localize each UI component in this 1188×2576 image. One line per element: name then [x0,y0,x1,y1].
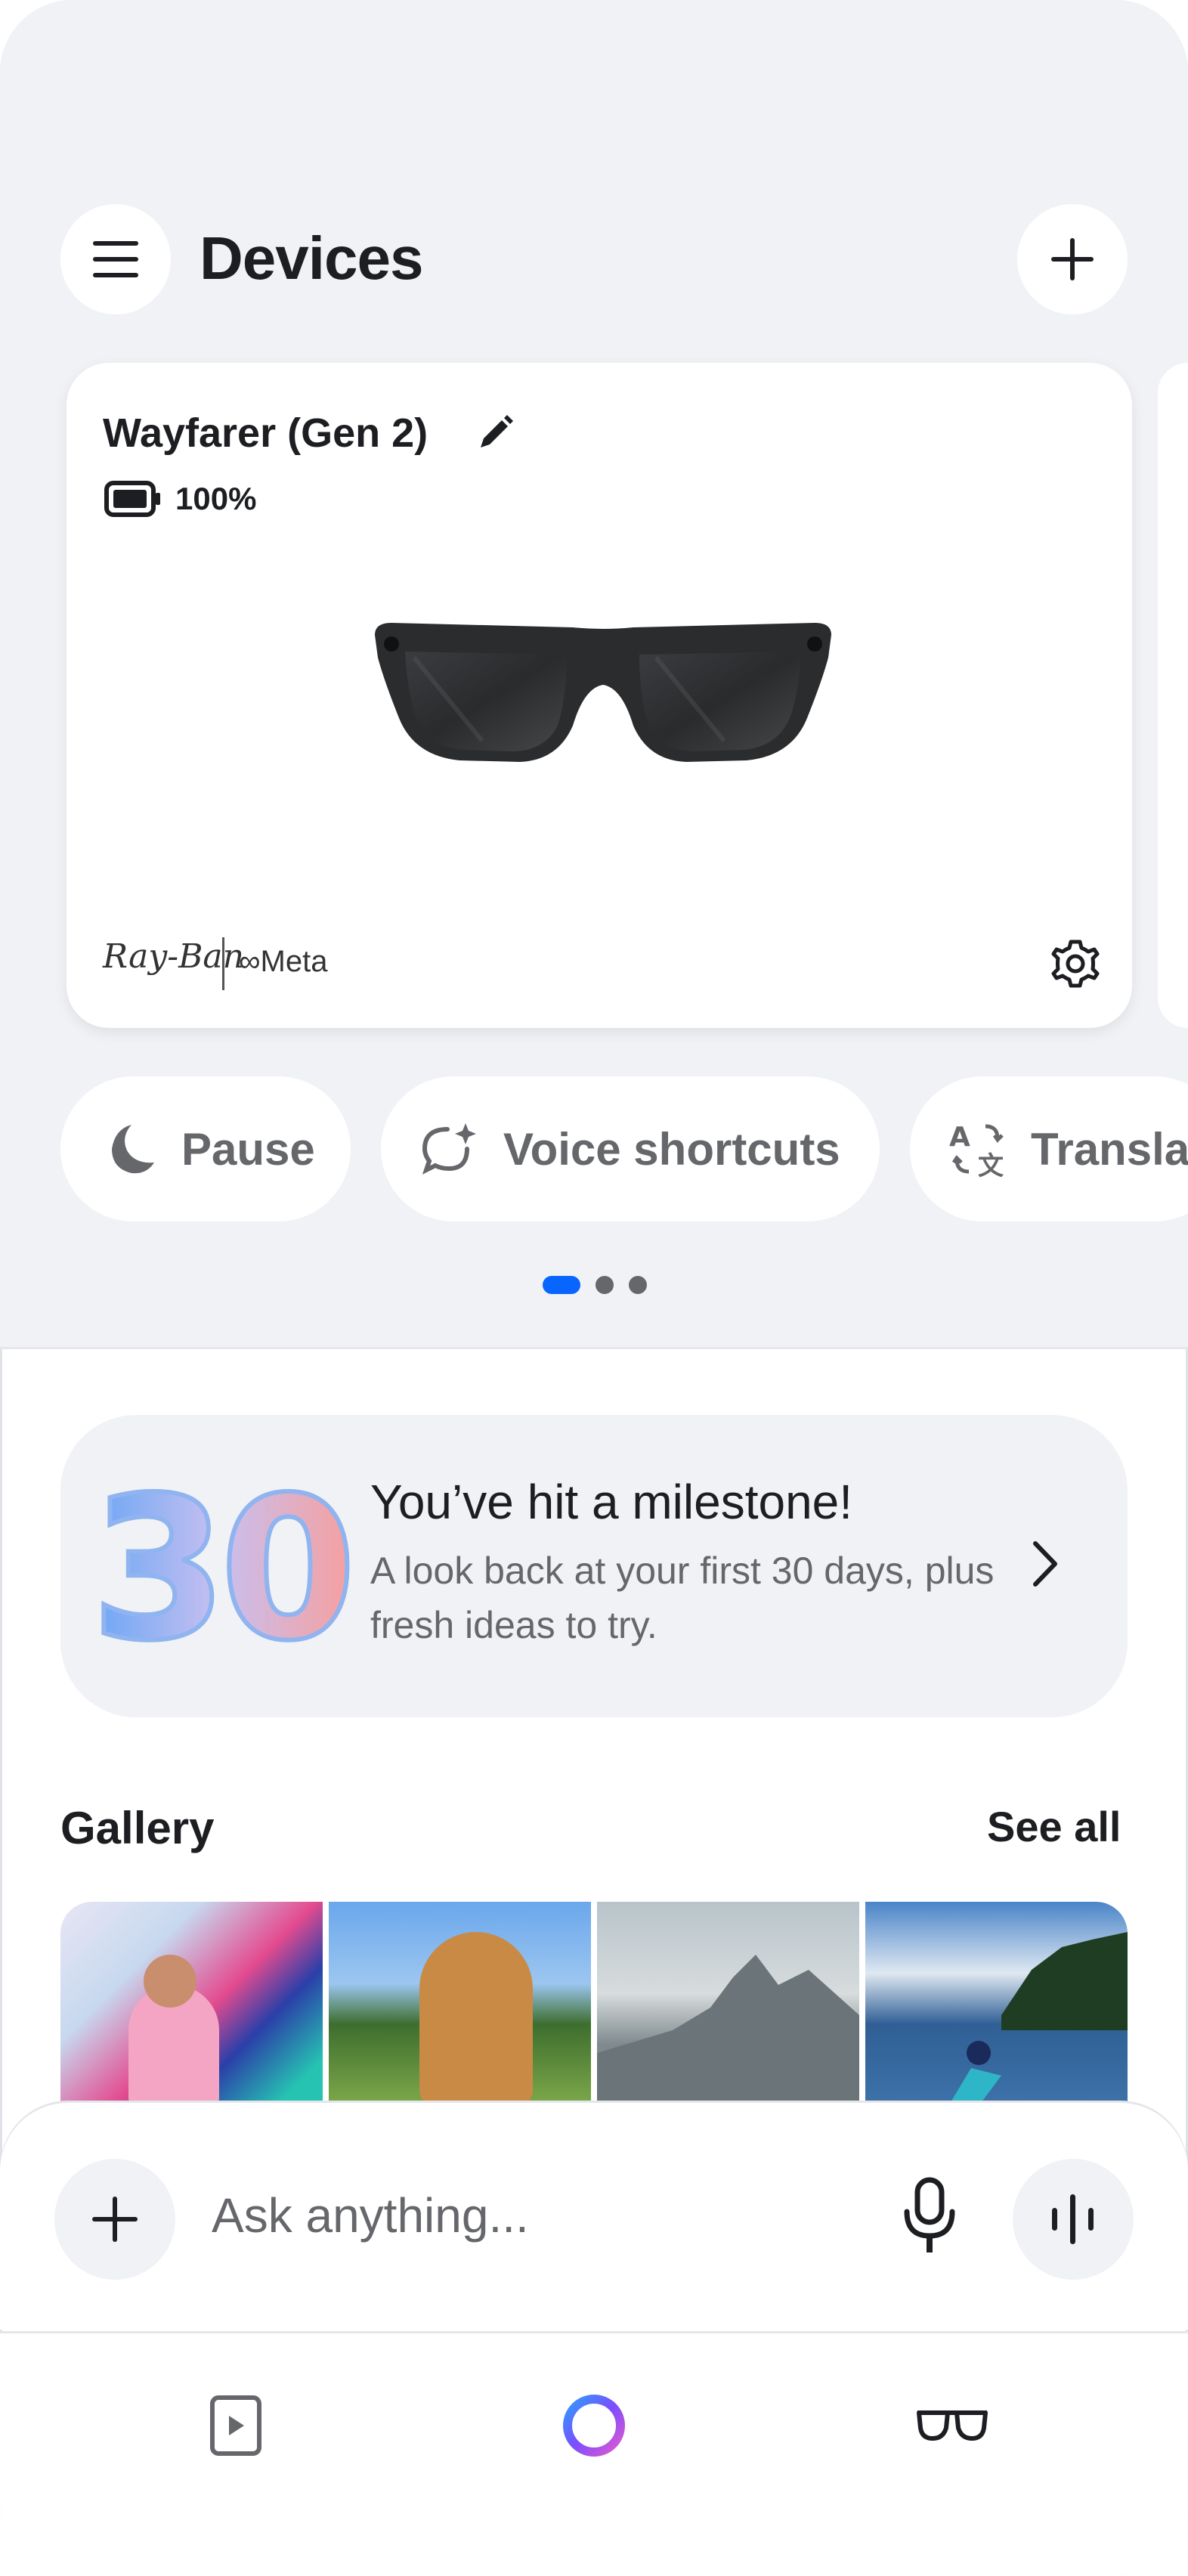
chip-label: Pause [181,1123,315,1175]
media-icon [210,2395,261,2456]
see-all-link[interactable]: See all [987,1802,1121,1851]
voice-shortcuts-chip[interactable]: Voice shortcuts [381,1076,880,1221]
gallery-thumbnail-dog[interactable] [329,1902,591,2106]
plus-icon [92,2197,138,2242]
add-device-button[interactable] [1017,204,1128,314]
gallery-title: Gallery [60,1803,215,1853]
edit-pencil-icon[interactable] [475,413,515,454]
hamburger-menu-icon [93,241,138,277]
glasses-icon [917,2410,988,2441]
translate-chip[interactable]: A 文 Transla [910,1076,1188,1221]
next-device-card[interactable] [1158,363,1188,1028]
meta-infinity-icon: ∞ [239,945,261,978]
chip-label: Voice shortcuts [503,1123,840,1175]
ask-composer: Ask anything... [0,2103,1188,2330]
gallery-thumbnail-mountain[interactable] [597,1902,859,2106]
gallery-thumbnail-kayak[interactable] [865,1902,1128,2106]
tab-media[interactable] [190,2380,281,2471]
device-name: Wayfarer (Gen 2) [103,410,428,456]
svg-text:A: A [949,1122,970,1153]
milestone-subtitle: A look back at your first 30 days, plus … [370,1550,995,1646]
battery-level: 100% [175,481,257,516]
device-card[interactable]: Wayfarer (Gen 2) 100% Ray-Ban ∞Meta [67,363,1132,1028]
gallery-thumbnail-mural[interactable] [60,1902,323,2106]
meta-logo: ∞Meta [239,945,328,978]
tab-devices[interactable] [907,2380,998,2471]
devices-section: Devices Wayfarer (Gen 2) 100% Ray-Ban ∞M… [0,0,1188,1349]
brand-divider [222,937,224,990]
svg-text:文: 文 [978,1151,1004,1179]
bottom-tab-bar [0,2331,1188,2576]
smart-glasses-image [375,623,831,762]
pager-dot[interactable] [596,1276,614,1294]
translate-icon: A 文 [949,1122,1004,1179]
moon-icon [112,1125,154,1174]
milestone-number-graphic: 30 [88,1456,359,1684]
battery-icon [104,481,160,517]
page-title: Devices [200,224,423,292]
gear-icon[interactable] [1049,937,1102,990]
plus-icon [1051,238,1094,280]
microphone-icon[interactable] [899,2175,960,2259]
ask-input[interactable]: Ask anything... [212,2187,529,2243]
voice-shortcuts-icon [422,1123,476,1175]
pager-dot[interactable] [629,1276,647,1294]
person-head [144,1955,196,2008]
milestone-title: You’ve hit a milestone! [370,1475,853,1529]
pause-chip[interactable]: Pause [60,1076,351,1221]
milestone-banner[interactable]: 30 You’ve hit a milestone! A look back a… [60,1415,1128,1717]
tab-meta-ai[interactable] [549,2380,639,2471]
pager-dot-active[interactable] [543,1276,580,1294]
app-screen: Devices Wayfarer (Gen 2) 100% Ray-Ban ∞M… [0,0,1188,2576]
composer-add-button[interactable] [54,2159,175,2280]
sound-wave-icon [1052,2194,1094,2244]
mountain-shape [597,1955,859,2106]
menu-button[interactable] [60,204,171,314]
dog-figure [419,1932,533,2106]
chip-label: Transla [1031,1123,1188,1175]
gallery-thumbnails [60,1902,1128,2106]
kayak-scene [948,1932,1128,2106]
carousel-pager [543,1276,662,1294]
chevron-right-icon [1033,1541,1057,1587]
meta-ai-icon [563,2395,625,2457]
voice-mode-button[interactable] [1013,2159,1134,2280]
